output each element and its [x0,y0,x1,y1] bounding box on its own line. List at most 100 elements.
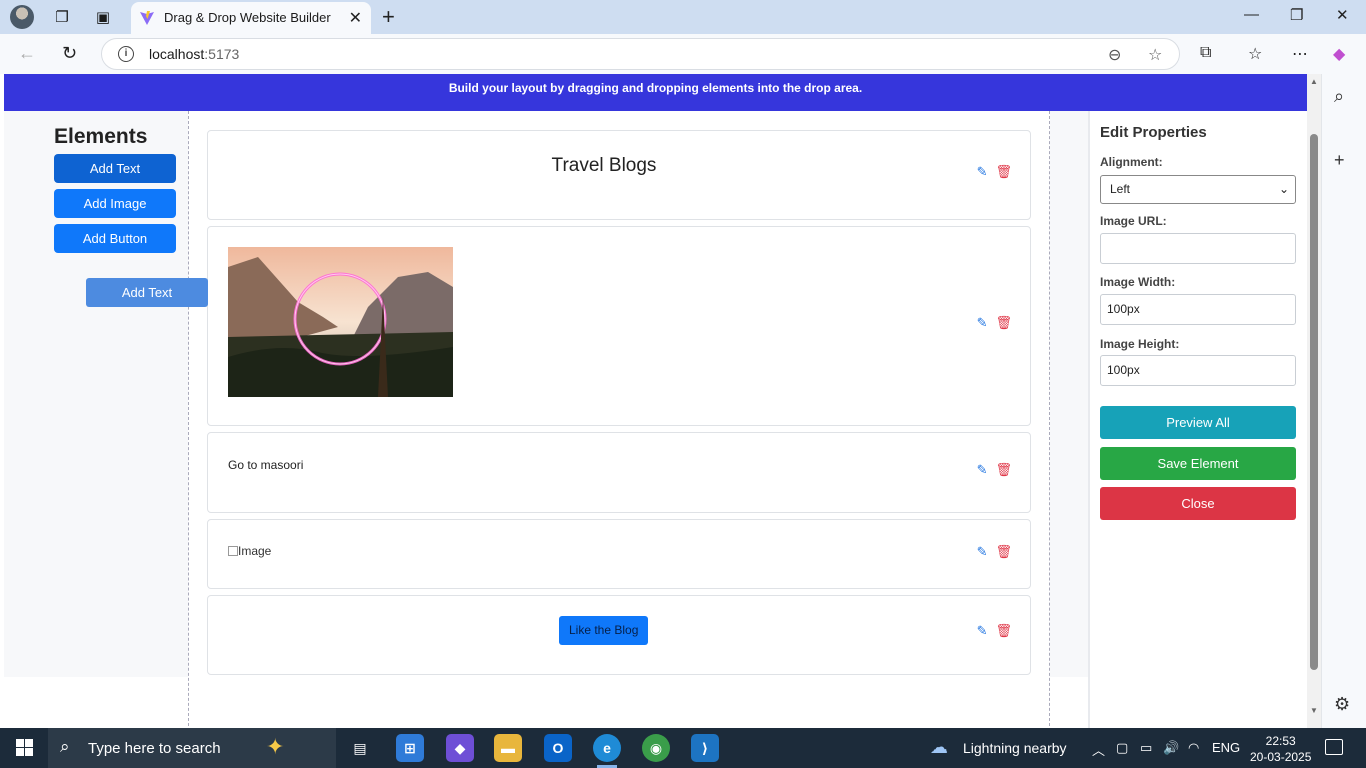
drag-ghost-add-text: Add Text [86,278,208,307]
clock[interactable]: 22:53 20-03-2025 [1250,733,1311,765]
browser-toolbar: ← ↻ i localhost:5173 ⊖ ☆ ⧉ ☆ ⋯ ◆ [0,34,1366,74]
outlook-icon[interactable]: O [544,734,572,762]
edit-pencil-icon[interactable]: ✎ [977,623,988,639]
task-view-icon[interactable]: ▤ [346,734,374,762]
instruction-banner: Build your layout by dragging and droppi… [4,74,1307,111]
close-window-icon[interactable]: ✕ [1336,6,1349,24]
site-info-icon[interactable]: i [118,46,134,62]
properties-title: Edit Properties [1100,124,1207,141]
windows-start-icon[interactable] [16,739,33,756]
maximize-icon[interactable]: ❐ [1290,6,1303,24]
reload-icon[interactable]: ↻ [62,43,77,64]
language-indicator[interactable]: ENG [1212,740,1240,755]
weather-icon: ☁ [930,737,948,757]
delete-trash-icon[interactable]: 🗑 [995,544,1012,560]
workspaces-icon[interactable]: ❐ [52,7,72,27]
add-text-button[interactable]: Add Text [54,154,176,183]
scroll-down-icon[interactable]: ▼ [1310,706,1318,715]
new-tab-button[interactable]: + [382,4,395,30]
image-url-input[interactable] [1100,233,1296,264]
broken-image-icon [228,546,238,556]
store-icon[interactable]: ⊞ [396,734,424,762]
address-bar[interactable]: i localhost:5173 ⊖ ☆ [101,38,1180,70]
scroll-up-icon[interactable]: ▲ [1310,77,1318,86]
chrome-icon[interactable]: ◉ [642,734,670,762]
scrollbar-thumb[interactable] [1310,134,1318,670]
edge-browser-icon[interactable]: e [593,734,621,762]
edit-pencil-icon[interactable]: ✎ [977,544,988,560]
delete-trash-icon[interactable]: 🗑 [995,623,1012,639]
clock-date: 20-03-2025 [1250,750,1312,764]
element-card-heading[interactable]: Travel Blogs ✎ 🗑 [207,130,1031,220]
broken-image: Image [228,544,271,558]
delete-trash-icon[interactable]: 🗑 [995,315,1012,331]
add-image-button[interactable]: Add Image [54,189,176,218]
network-icon[interactable]: ◠ [1188,740,1199,756]
favorite-star-icon[interactable]: ☆ [1148,45,1162,65]
weather-text[interactable]: Lightning nearby [963,740,1067,756]
taskbar-search[interactable]: ⌕ Type here to search ✦ [48,728,336,768]
delete-trash-icon[interactable]: 🗑 [995,462,1012,478]
heading-text: Travel Blogs [551,155,657,176]
windows-taskbar: ⌕ Type here to search ✦ ▤ ⊞ ◆ ▬ O e ◉ ⟩ … [0,728,1366,768]
like-the-blog-button[interactable]: Like the Blog [559,616,649,645]
save-element-button[interactable]: Save Element [1100,447,1296,480]
add-button-button[interactable]: Add Button [54,224,176,253]
file-explorer-icon[interactable]: ▬ [494,734,522,762]
edit-pencil-icon[interactable]: ✎ [977,315,988,331]
drop-area[interactable]: Travel Blogs ✎ 🗑 ✎ 🗑 Go to masoori ✎ 🗑 I… [188,111,1050,728]
alignment-value: Left [1110,182,1131,196]
preview-all-button[interactable]: Preview All [1100,406,1296,439]
chevron-down-icon: ⌄ [1278,182,1289,196]
edge-sidebar: ⌕ + ⚙ [1321,74,1366,728]
copilot-sparkle-icon: ✦ [266,734,285,759]
vertical-tabs-icon[interactable]: ▣ [93,7,113,27]
favorites-icon[interactable]: ☆ [1248,44,1262,64]
copilot-icon[interactable]: ◆ [1333,44,1345,64]
paragraph-text: Go to masoori [228,458,304,472]
clock-time: 22:53 [1265,734,1296,748]
broken-image-alt: Image [238,544,272,558]
element-card-text[interactable]: Go to masoori ✎ 🗑 [207,432,1031,513]
notifications-icon[interactable] [1325,739,1343,755]
add-icon[interactable]: + [1334,150,1345,171]
tray-chevron-icon[interactable]: ︿ [1092,740,1105,759]
profile-avatar[interactable] [10,5,34,29]
image-width-input[interactable]: 100px [1100,294,1296,325]
close-tab-icon[interactable]: ✕ [349,8,362,28]
close-button[interactable]: Close [1100,487,1296,520]
extensions-icon[interactable]: ⧉ [1200,44,1211,62]
volume-icon[interactable]: 🔊 [1163,740,1179,756]
url-text: localhost:5173 [149,46,240,62]
delete-trash-icon[interactable]: 🗑 [995,164,1012,180]
image-url-label: Image URL: [1100,214,1167,228]
image-height-label: Image Height: [1100,337,1180,351]
element-card-image[interactable]: ✎ 🗑 [207,226,1031,426]
zoom-icon[interactable]: ⊖ [1108,45,1121,65]
minimize-icon[interactable]: — [1244,6,1259,23]
edit-pencil-icon[interactable]: ✎ [977,462,988,478]
image-width-label: Image Width: [1100,275,1176,289]
alignment-select[interactable]: Left ⌄ [1100,175,1296,204]
below-area [4,677,42,728]
battery-icon[interactable]: ▭ [1140,740,1152,756]
element-card-broken-image[interactable]: Image ✎ 🗑 [207,519,1031,589]
more-menu-icon[interactable]: ⋯ [1292,44,1308,64]
browser-tab-bar: ❐ ▣ Drag & Drop Website Builder ✕ + — ❐ … [0,0,1366,34]
copilot-app-icon[interactable]: ◆ [446,734,474,762]
vscode-icon[interactable]: ⟩ [691,734,719,762]
element-card-button[interactable]: Like the Blog ✎ 🗑 [207,595,1031,675]
back-arrow-icon[interactable]: ← [18,43,36,64]
elements-panel: Elements Add Text Add Image Add Button [4,111,189,677]
image-height-input[interactable]: 100px [1100,355,1296,386]
landscape-image [228,247,453,397]
search-icon[interactable]: ⌕ [1334,86,1344,107]
page-scrollbar[interactable]: ▲ ▼ [1307,74,1321,728]
edit-pencil-icon[interactable]: ✎ [977,164,988,180]
tab-drag-drop-builder[interactable]: Drag & Drop Website Builder ✕ [131,2,371,34]
elements-title: Elements [54,125,148,148]
search-placeholder: Type here to search [88,740,221,757]
edit-properties-panel: Edit Properties Alignment: Left ⌄ Image … [1088,111,1307,728]
meet-icon[interactable]: ▢ [1116,740,1128,756]
settings-gear-icon[interactable]: ⚙ [1334,694,1350,715]
